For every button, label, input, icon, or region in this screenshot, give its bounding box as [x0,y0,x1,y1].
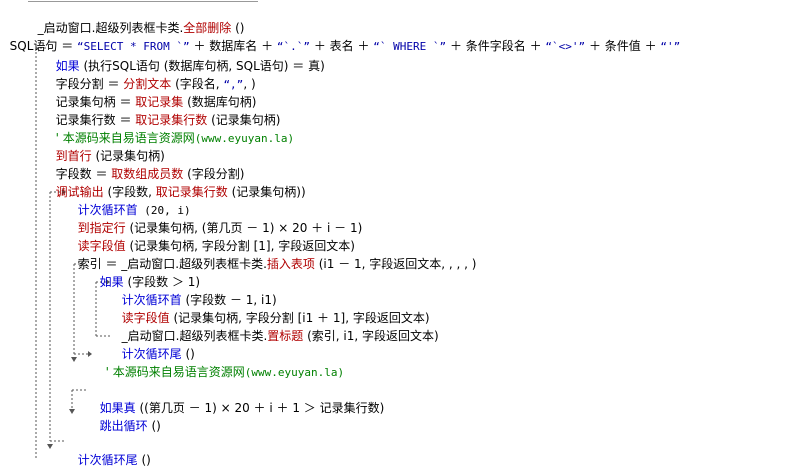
code-line-10[interactable]: 调试输出 (字段数, 取记录集行数 (记录集句柄)) [48,165,306,199]
string-literal: “'” [660,40,681,53]
code-line-23[interactable]: 计次循环尾 () [70,433,151,467]
code-line-14[interactable]: 索引 ＝ _启动窗口.超级列表框卡类.插入表项 (i1 － 1, 字段返回文本,… [70,237,477,271]
expr-part: ＋ 条件字段名 ＋ [446,39,546,53]
code-line-5[interactable]: 记录集句柄 ＝ 取记录集 (数据库句柄) [48,75,257,109]
code-line-15[interactable]: 如果 (字段数 ＞ 1) [92,255,200,289]
code-line-20[interactable]: ' 本源码来自易语言资源网(www.eyuyan.la) [98,345,344,379]
args: (记录集句柄)) [227,185,306,199]
code-line-3[interactable]: 如果 (执行SQL语句 (数据库句柄, SQL语句) ＝ 真) [48,39,325,73]
method-name: 置标题 [267,329,304,343]
code-line-1[interactable]: _启动窗口.超级列表框卡类.全部删除 () [30,1,245,35]
code-line-16[interactable]: 计次循环首 (字段数 － 1, i1) [114,273,277,307]
code-line-12[interactable]: 到指定行 (记录集句柄, (第几页 － 1) × 20 ＋ i － 1) [70,201,363,235]
code-line-4[interactable]: 字段分割 ＝ 分割文本 (字段名, “,”, ) [48,57,256,91]
code-line-9[interactable]: 字段数 ＝ 取数组成员数 (字段分割) [48,147,245,181]
method-name: 插入表项 [266,257,315,271]
code-line-8[interactable]: 到首行 (记录集句柄) [48,129,165,163]
expr-part: ＋ 条件值 ＋ [585,39,661,53]
code-line-6[interactable]: 记录集行数 ＝ 取记录集行数 (记录集句柄) [48,93,281,127]
string-literal: “` WHERE `” [373,40,447,53]
code-line-22[interactable]: 跳出循环 () [92,399,161,433]
comment: ' 本源码来自易语言资源网 [105,365,245,379]
args: () [147,419,161,433]
code-line-17[interactable]: 读字段值 (记录集句柄, 字段分割 [i1 ＋ 1], 字段返回文本) [114,291,430,325]
keyword-break: 跳出循环 [99,419,148,433]
args: () [137,453,151,467]
code-line-11[interactable]: 计次循环首 (20, i) [70,183,191,217]
keyword-loop-end: 计次循环尾 [77,453,138,467]
string-literal: “`<>'” [545,40,586,53]
code-line-7[interactable]: ' 本源码来自易语言资源网(www.eyuyan.la) [48,111,294,145]
args: (索引, i1, 字段返回文本) [303,329,439,343]
condition: ((第几页 － 1) × 20 ＋ i ＋ 1 ＞ 记录集行数) [135,401,385,415]
code-line-19[interactable]: 计次循环尾 () [114,327,195,361]
code-line-21[interactable]: 如果真 ((第几页 － 1) × 20 ＋ i ＋ 1 ＞ 记录集行数) [92,381,385,415]
args: (i1 － 1, 字段返回文本, , , , ) [314,257,477,271]
comment-url: (www.eyuyan.la) [244,366,345,379]
code-line-18[interactable]: _启动窗口.超级列表框卡类.置标题 (索引, i1, 字段返回文本) [114,309,439,343]
comment-url: (www.eyuyan.la) [194,132,295,145]
code-line-13[interactable]: 读字段值 (记录集句柄, 字段分割 [1], 字段返回文本) [70,219,355,253]
code-line-2[interactable]: SQL语句 ＝ “SELECT * FROM `” ＋ 数据库名 ＋ “`.`”… [2,19,681,53]
